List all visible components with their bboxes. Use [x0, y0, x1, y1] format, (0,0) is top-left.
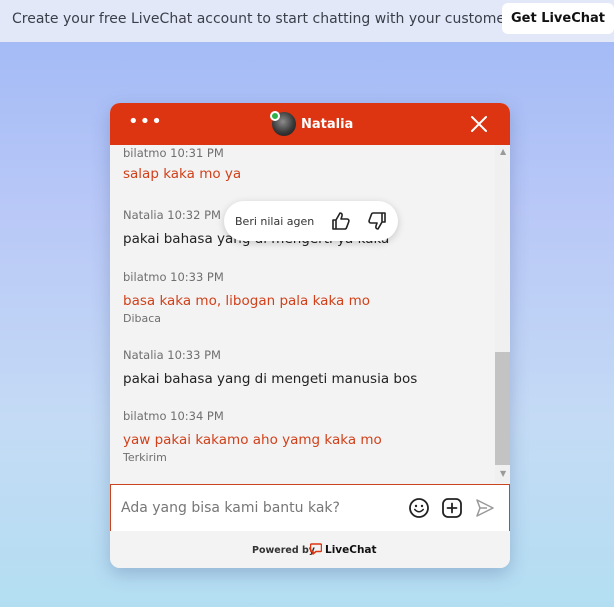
message-status: Terkirim	[123, 451, 167, 464]
promo-banner: Create your free LiveChat account to sta…	[0, 0, 614, 42]
message-author-time: Natalia 10:33 PM	[123, 348, 221, 362]
scroll-up-arrow-icon[interactable]: ▲	[500, 147, 506, 156]
chat-header: ••• Natalia	[110, 103, 510, 145]
more-options-icon[interactable]: •••	[128, 111, 163, 132]
message-author-time: Natalia 10:32 PM	[123, 208, 221, 222]
send-icon[interactable]	[475, 498, 495, 518]
chat-widget: ••• Natalia bilatmo 10:31 PM salap kaka …	[110, 103, 510, 568]
message-text: yaw pakai kakamo aho yamg kaka mo	[123, 432, 382, 448]
thumbs-down-icon[interactable]	[367, 211, 387, 231]
message-text: pakai bahasa yang di mengeti manusia bos	[123, 371, 418, 387]
get-livechat-button[interactable]: Get LiveChat	[502, 3, 614, 34]
message-author-time: bilatmo 10:33 PM	[123, 270, 224, 284]
thumbs-up-icon[interactable]	[331, 211, 351, 231]
message-composer	[110, 484, 510, 532]
message-author-time: bilatmo 10:31 PM	[123, 146, 224, 160]
message-scrollbar[interactable]: ▲ ▼	[495, 145, 510, 483]
rate-agent-popup: Beri nilai agen	[224, 201, 398, 241]
message-text: basa kaka mo, libogan pala kaka mo	[123, 293, 371, 309]
livechat-brand[interactable]: LiveChat	[325, 544, 377, 556]
emoji-icon[interactable]	[408, 497, 430, 519]
scroll-thumb[interactable]	[495, 352, 510, 465]
message-status: Dibaca	[123, 312, 162, 325]
rate-agent-label: Beri nilai agen	[235, 215, 315, 228]
online-status-icon	[270, 111, 280, 121]
message-list[interactable]: bilatmo 10:31 PM salap kaka mo ya Natali…	[110, 145, 495, 483]
powered-by-footer: Powered by LiveChat	[110, 531, 510, 568]
attachment-plus-icon[interactable]	[441, 497, 463, 519]
message-input[interactable]	[121, 497, 391, 519]
agent-name: Natalia	[301, 117, 354, 132]
close-icon[interactable]	[470, 115, 488, 133]
livechat-logo-icon	[310, 543, 322, 555]
scroll-down-arrow-icon[interactable]: ▼	[500, 469, 506, 478]
message-author-time: bilatmo 10:34 PM	[123, 409, 224, 423]
message-text: salap kaka mo ya	[123, 166, 242, 182]
powered-by-label: Powered by	[252, 545, 315, 556]
promo-text: Create your free LiveChat account to sta…	[12, 11, 523, 27]
